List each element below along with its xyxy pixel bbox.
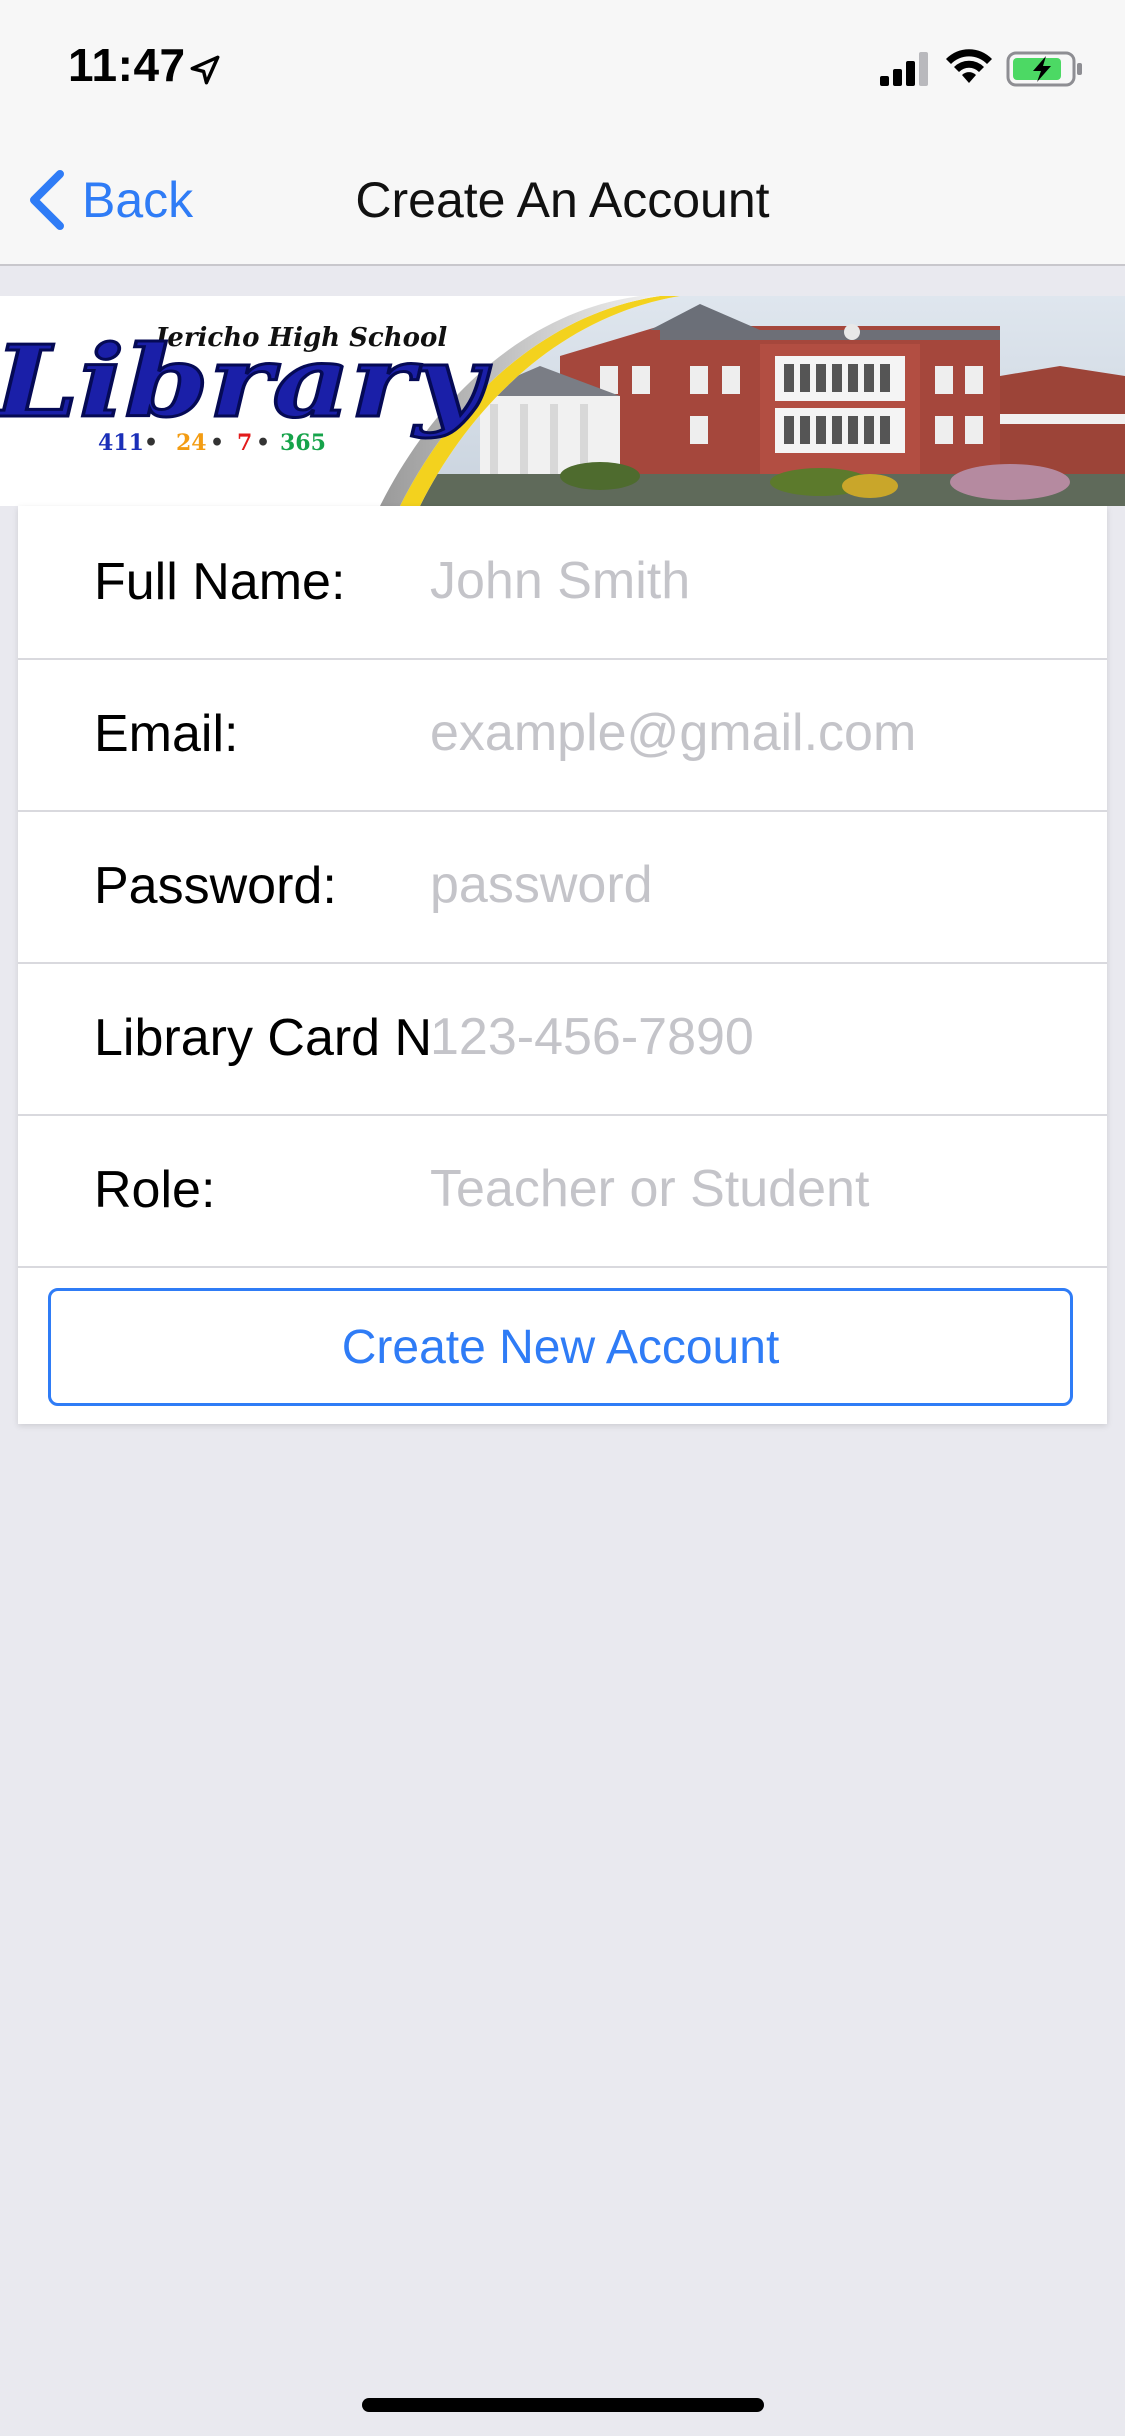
password-row: Password:: [18, 810, 1107, 964]
role-label: Role:: [94, 1161, 216, 1219]
svg-text:•: •: [256, 430, 270, 456]
library-banner-image: Jericho High School Library 411 • 24 • 7…: [0, 296, 1125, 506]
full-name-input[interactable]: [430, 506, 1070, 656]
banner-hours-4: 365: [280, 430, 326, 456]
status-bar: 11:47: [0, 0, 1125, 132]
full-name-label: Full Name:: [94, 553, 346, 611]
library-card-input[interactable]: [430, 962, 1070, 1112]
email-row: Email:: [18, 658, 1107, 812]
create-account-form: Full Name: Email: Password: Library Card…: [18, 506, 1107, 1424]
library-card-label: Library Card Number:: [94, 1009, 434, 1067]
banner-library-word: Library: [0, 325, 491, 440]
role-input[interactable]: [430, 1114, 1070, 1264]
email-input[interactable]: [430, 658, 1070, 808]
wifi-icon: [946, 49, 992, 83]
role-row: Role:: [18, 1114, 1107, 1268]
full-name-row: Full Name:: [18, 506, 1107, 660]
banner-hours-2: 24: [176, 430, 207, 456]
create-new-account-button[interactable]: Create New Account: [48, 1288, 1073, 1406]
location-arrow-icon: [190, 55, 220, 85]
email-label: Email:: [94, 705, 239, 763]
battery-charging-icon: [1006, 51, 1082, 87]
banner-hours-3: 7: [237, 430, 252, 456]
library-banner: Jericho High School Library 411 • 24 • 7…: [0, 296, 1125, 506]
svg-text:•: •: [210, 430, 224, 456]
svg-text:•: •: [144, 430, 158, 456]
home-indicator: [362, 2398, 764, 2412]
cellular-signal-icon: [880, 52, 928, 86]
password-input[interactable]: [430, 810, 1070, 960]
banner-hours-1: 411: [98, 430, 144, 456]
library-card-row: Library Card Number:: [18, 962, 1107, 1116]
status-time: 11:47: [68, 39, 186, 91]
page-title: Create An Account: [355, 172, 770, 228]
password-label: Password:: [94, 857, 337, 915]
navigation-bar: Back Create An Account: [0, 132, 1125, 266]
